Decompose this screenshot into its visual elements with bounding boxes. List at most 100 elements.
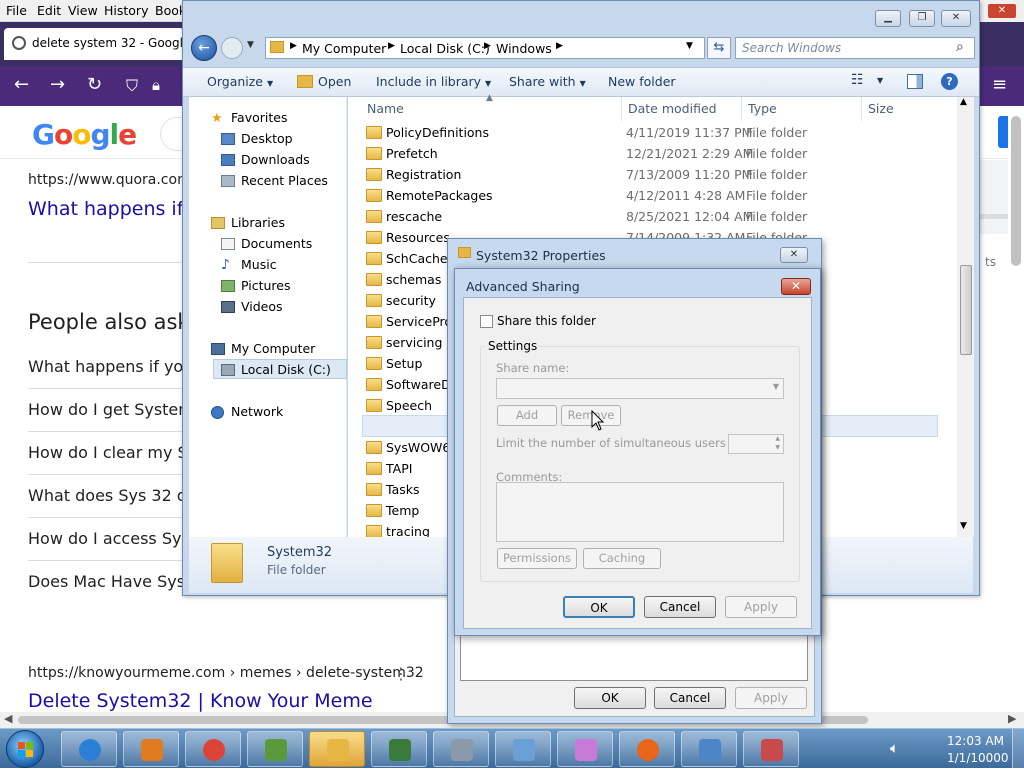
- nav-libraries[interactable]: Libraries: [231, 215, 285, 230]
- column-date-modified[interactable]: Date modified: [628, 101, 717, 116]
- scroll-left-icon[interactable]: ◀: [4, 712, 12, 725]
- nav-documents[interactable]: Documents: [241, 236, 312, 251]
- taskbar-button[interactable]: [557, 731, 613, 767]
- nav-favorites[interactable]: Favorites: [231, 110, 287, 125]
- address-dropdown-icon[interactable]: ▼: [686, 41, 693, 51]
- reload-icon[interactable]: ↻: [87, 74, 102, 95]
- breadcrumb-separator-icon[interactable]: ▶: [484, 41, 491, 51]
- chevron-down-icon[interactable]: ▼: [877, 76, 883, 85]
- scrollbar-thumb[interactable]: [1011, 116, 1021, 266]
- shield-icon[interactable]: ⛉: [126, 76, 138, 96]
- scroll-right-icon[interactable]: ▶: [1008, 712, 1016, 725]
- paa-question[interactable]: How do I clear my Sys: [28, 443, 205, 462]
- nav-videos[interactable]: Videos: [241, 299, 283, 314]
- organize-button[interactable]: Organize ▼: [207, 74, 273, 89]
- adv-apply-button[interactable]: Apply: [725, 596, 797, 618]
- breadcrumb-local-disk[interactable]: Local Disk (C:): [400, 41, 490, 56]
- breadcrumb-separator-icon[interactable]: ▶: [290, 41, 297, 51]
- paa-question[interactable]: How do I access Syst: [28, 529, 196, 548]
- adv-cancel-button[interactable]: Cancel: [644, 596, 716, 618]
- new-folder-button[interactable]: New folder: [608, 74, 676, 89]
- scroll-down-icon[interactable]: ▼: [960, 521, 967, 531]
- result-title-link[interactable]: Delete System32 | Know Your Meme: [28, 690, 373, 712]
- back-icon[interactable]: ←: [14, 74, 29, 95]
- paa-question[interactable]: How do I get System3: [28, 400, 204, 419]
- back-icon[interactable]: ←: [191, 35, 217, 61]
- file-row[interactable]: rescache 8/25/2021 12:04 AM File folder: [348, 206, 948, 227]
- props-apply-button[interactable]: Apply: [735, 687, 807, 709]
- forward-icon[interactable]: →: [50, 74, 65, 95]
- file-row[interactable]: PolicyDefinitions 4/11/2019 11:37 PM File …: [348, 122, 948, 143]
- share-name-select[interactable]: ▼: [496, 378, 784, 399]
- menu-edit[interactable]: Edit: [37, 3, 61, 18]
- close-icon[interactable]: ✕: [780, 247, 808, 263]
- search-input[interactable]: Search Windows ⌕: [735, 37, 975, 59]
- menu-file[interactable]: File: [6, 3, 27, 18]
- breadcrumb-separator-icon[interactable]: ▶: [556, 41, 563, 51]
- hamburger-icon[interactable]: ≡: [992, 74, 1007, 95]
- close-icon[interactable]: ✕: [781, 278, 811, 295]
- nav-desktop[interactable]: Desktop: [241, 131, 293, 146]
- taskbar-button[interactable]: [433, 731, 489, 767]
- column-type[interactable]: Type: [748, 101, 777, 116]
- taskbar-button[interactable]: [123, 731, 179, 767]
- nav-recent-places[interactable]: Recent Places: [241, 173, 328, 188]
- comments-textarea[interactable]: [496, 482, 784, 542]
- minimize-icon[interactable]: ▁: [875, 10, 901, 27]
- scroll-up-icon[interactable]: ▲: [960, 97, 967, 107]
- forward-icon[interactable]: [221, 37, 243, 59]
- paa-question[interactable]: Does Mac Have Syste: [28, 572, 201, 591]
- file-row[interactable]: RemotePackages 4/12/2011 4:28 AM File fold…: [348, 185, 948, 206]
- breadcrumb-windows[interactable]: Windows: [496, 41, 552, 56]
- taskbar-button[interactable]: [681, 731, 737, 767]
- caching-button[interactable]: Caching: [583, 548, 661, 569]
- add-button[interactable]: Add: [497, 405, 557, 426]
- open-button[interactable]: Open: [318, 74, 351, 89]
- spin-up-icon[interactable]: ▲: [775, 435, 780, 442]
- sign-in-button[interactable]: [998, 116, 1008, 148]
- result-title-link[interactable]: What happens if y: [28, 198, 201, 220]
- breadcrumb-my-computer[interactable]: My Computer: [302, 41, 386, 56]
- show-desktop-button[interactable]: [1012, 729, 1024, 769]
- spin-down-icon[interactable]: ▼: [775, 444, 780, 451]
- properties-textarea[interactable]: [460, 629, 808, 681]
- nav-music[interactable]: Music: [241, 257, 277, 272]
- nav-my-computer[interactable]: My Computer: [231, 341, 315, 356]
- paa-question[interactable]: What does Sys 32 do: [28, 486, 197, 505]
- props-cancel-button[interactable]: Cancel: [654, 687, 726, 709]
- share-with-button[interactable]: Share with ▼: [509, 74, 586, 89]
- taskbar-button[interactable]: [619, 731, 675, 767]
- volume-icon[interactable]: 🔈︎: [890, 739, 899, 757]
- column-size[interactable]: Size: [868, 101, 894, 116]
- menu-history[interactable]: History: [104, 3, 148, 18]
- start-button-icon[interactable]: [6, 730, 44, 768]
- taskbar-button[interactable]: [247, 731, 303, 767]
- lock-icon[interactable]: 🔒︎: [152, 76, 160, 94]
- firefox-window-controls[interactable]: ✕: [980, 0, 1024, 22]
- maximize-icon[interactable]: ❐: [909, 10, 935, 27]
- menu-view[interactable]: View: [68, 3, 98, 18]
- taskbar-button[interactable]: [61, 731, 117, 767]
- taskbar-button[interactable]: [309, 731, 365, 767]
- props-ok-button[interactable]: OK: [574, 687, 646, 709]
- file-row[interactable]: Prefetch 12/21/2021 2:29 AM File folder: [348, 143, 948, 164]
- taskbar-button[interactable]: [743, 731, 799, 767]
- taskbar-button[interactable]: [371, 731, 427, 767]
- refresh-icon[interactable]: ⇆: [707, 37, 731, 59]
- file-row[interactable]: Registration 7/13/2009 11:20 PM File folde…: [348, 164, 948, 185]
- more-options-icon[interactable]: ⋮: [393, 664, 409, 683]
- google-logo[interactable]: Google: [32, 118, 137, 151]
- permissions-button[interactable]: Permissions: [497, 548, 577, 569]
- explorer-titlebar[interactable]: ▁ ❐ ✕: [183, 1, 979, 33]
- clock-date[interactable]: 1/1/10000: [947, 751, 1009, 765]
- close-icon[interactable]: ✕: [988, 4, 1016, 18]
- recent-pages-icon[interactable]: ▼: [247, 40, 254, 50]
- nav-network[interactable]: Network: [231, 404, 283, 419]
- taskbar-button[interactable]: [495, 731, 551, 767]
- file-list-scrollbar[interactable]: ▲ ▼: [957, 97, 974, 537]
- clock-time[interactable]: 12:03 AM: [947, 734, 1004, 748]
- nav-local-disk[interactable]: Local Disk (C:): [241, 362, 331, 377]
- nav-pictures[interactable]: Pictures: [241, 278, 291, 293]
- share-folder-checkbox[interactable]: [480, 315, 493, 328]
- page-scrollbar[interactable]: [1008, 106, 1024, 728]
